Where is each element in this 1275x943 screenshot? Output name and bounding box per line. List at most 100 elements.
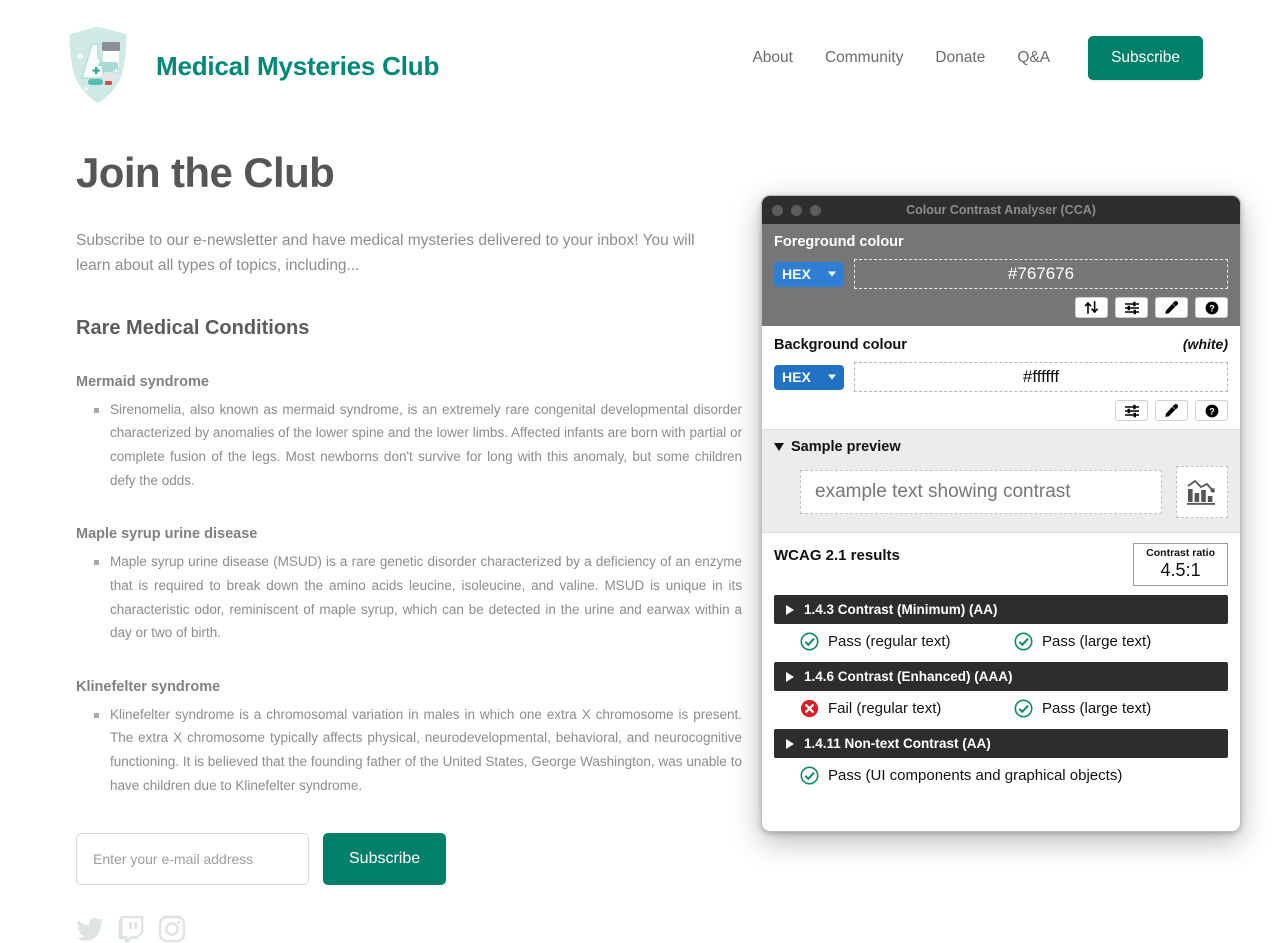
brand-name: Medical Mysteries Club xyxy=(156,50,440,81)
background-panel: Background colour (white) HEX #ffffff ? xyxy=(762,326,1240,429)
background-format-select[interactable]: HEX xyxy=(774,364,844,390)
background-label: Background colour xyxy=(774,337,907,353)
main-nav: About Community Donate Q&A Subscribe xyxy=(736,36,1203,80)
intro-paragraph: Subscribe to our e-newsletter and have m… xyxy=(76,232,695,274)
swap-colours-icon[interactable] xyxy=(1075,297,1108,318)
criterion-1-4-6-header[interactable]: 1.4.6 Contrast (Enhanced) (AAA) xyxy=(774,662,1228,692)
window-controls[interactable] xyxy=(772,205,821,216)
nav-link-qa[interactable]: Q&A xyxy=(1001,49,1066,67)
triangle-right-icon xyxy=(786,738,794,749)
sliders-icon[interactable] xyxy=(1115,400,1148,421)
triangle-down-icon xyxy=(774,443,784,451)
criterion-label: 1.4.6 Contrast (Enhanced) (AAA) xyxy=(804,669,1013,685)
section-title: Rare Medical Conditions xyxy=(76,316,310,339)
foreground-label: Foreground colour xyxy=(774,234,904,250)
nav-link-about[interactable]: About xyxy=(736,49,809,67)
foreground-format-select[interactable]: HEX xyxy=(774,261,844,287)
social-links xyxy=(76,915,726,943)
minimize-button[interactable] xyxy=(791,205,802,216)
result-text: Pass (large text) xyxy=(1042,700,1152,718)
help-icon[interactable]: ? xyxy=(1195,400,1228,421)
result-text: Fail (regular text) xyxy=(828,700,942,718)
results-title: WCAG 2.1 results xyxy=(774,547,900,564)
nav-link-community[interactable]: Community xyxy=(809,49,919,67)
wcag-results-panel: WCAG 2.1 results Contrast ratio 4.5:1 1.… xyxy=(762,532,1240,800)
foreground-color-row: HEX #767676 xyxy=(774,259,1228,289)
topic-heading-klinefelter-syndrome: Klinefelter syndrome xyxy=(76,678,221,695)
background-color-input[interactable]: #ffffff xyxy=(854,362,1228,392)
chevron-down-icon xyxy=(828,271,836,277)
sample-preview-graphic xyxy=(1176,466,1228,518)
chevron-down-icon xyxy=(828,374,836,380)
background-toolbar: ? xyxy=(774,400,1228,421)
list-item: Sirenomelia, also known as mermaid syndr… xyxy=(94,398,742,493)
main-content: Join the Club Subscribe to our e-newslet… xyxy=(76,149,742,943)
contrast-ratio-value: 4.5:1 xyxy=(1160,559,1201,580)
list-item: Maple syrup urine disease (MSUD) is a ra… xyxy=(94,550,742,645)
background-format-value: HEX xyxy=(782,369,811,385)
criterion-label: 1.4.11 Non-text Contrast (AA) xyxy=(804,736,991,752)
cca-titlebar[interactable]: Colour Contrast Analyser (CCA) xyxy=(762,196,1240,224)
sample-preview-row: example text showing contrast xyxy=(774,466,1228,518)
topic-heading-mermaid-syndrome: Mermaid syndrome xyxy=(76,373,209,390)
background-color-row: HEX #ffffff xyxy=(774,362,1228,392)
topic-list: Sirenomelia, also known as mermaid syndr… xyxy=(76,398,742,493)
criterion-1-4-3-header[interactable]: 1.4.3 Contrast (Minimum) (AA) xyxy=(774,595,1228,625)
criterion-1-4-11-results: Pass (UI components and graphical object… xyxy=(774,758,1228,787)
twitter-icon[interactable] xyxy=(76,915,104,943)
subscribe-form: Subscribe xyxy=(76,833,726,886)
result-text: Pass (UI components and graphical object… xyxy=(828,767,1123,785)
twitch-icon[interactable] xyxy=(117,915,145,943)
topic-list: Klinefelter syndrome is a chromosomal va… xyxy=(76,703,742,798)
close-button[interactable] xyxy=(772,205,783,216)
maximize-button[interactable] xyxy=(810,205,821,216)
help-icon[interactable]: ? xyxy=(1195,297,1228,318)
sliders-icon[interactable] xyxy=(1115,297,1148,318)
eyedropper-icon[interactable] xyxy=(1155,297,1188,318)
site-header: Medical Mysteries Club About Community D… xyxy=(0,0,1275,124)
subscribe-button[interactable]: Subscribe xyxy=(323,833,447,886)
foreground-format-value: HEX xyxy=(782,266,811,282)
sample-preview-panel: Sample preview example text showing cont… xyxy=(762,429,1240,532)
pass-check-icon xyxy=(800,632,819,651)
bar-line-chart-icon xyxy=(1187,479,1215,505)
pass-check-icon xyxy=(1014,699,1033,718)
result-item: Pass (large text) xyxy=(1014,632,1228,651)
triangle-right-icon xyxy=(786,671,794,682)
list-item: Klinefelter syndrome is a chromosomal va… xyxy=(94,703,742,798)
sample-preview-text: example text showing contrast xyxy=(800,470,1162,514)
contrast-ratio-label: Contrast ratio xyxy=(1146,547,1215,559)
triangle-right-icon xyxy=(786,604,794,615)
pass-check-icon xyxy=(1014,632,1033,651)
window-title: Colour Contrast Analyser (CCA) xyxy=(906,203,1096,217)
foreground-toolbar: ? xyxy=(774,297,1228,318)
eyedropper-icon[interactable] xyxy=(1155,400,1188,421)
nav-link-donate[interactable]: Donate xyxy=(919,49,1001,67)
criterion-1-4-3-results: Pass (regular text) Pass (large text) xyxy=(774,624,1228,653)
brand[interactable]: Medical Mysteries Club xyxy=(62,22,439,110)
criterion-1-4-6-results: Fail (regular text) Pass (large text) xyxy=(774,691,1228,720)
result-item: Fail (regular text) xyxy=(800,699,1014,718)
page-title: Join the Club xyxy=(76,149,335,196)
sample-preview-disclosure[interactable]: Sample preview xyxy=(774,439,1228,455)
colour-contrast-analyser-window[interactable]: Colour Contrast Analyser (CCA) Foregroun… xyxy=(761,195,1241,832)
fail-cross-icon xyxy=(800,700,819,718)
foreground-header: Foreground colour xyxy=(774,234,1228,250)
instagram-icon[interactable] xyxy=(158,915,186,943)
result-item: Pass (UI components and graphical object… xyxy=(800,766,1122,785)
medical-shield-logo-icon xyxy=(66,23,130,107)
svg-text:?: ? xyxy=(1209,303,1215,313)
result-text: Pass (regular text) xyxy=(828,633,951,651)
results-header: WCAG 2.1 results Contrast ratio 4.5:1 xyxy=(774,543,1228,587)
criterion-1-4-11-header[interactable]: 1.4.11 Non-text Contrast (AA) xyxy=(774,729,1228,759)
contrast-ratio-box: Contrast ratio 4.5:1 xyxy=(1133,543,1228,587)
topic-list: Maple syrup urine disease (MSUD) is a ra… xyxy=(76,550,742,645)
criterion-label: 1.4.3 Contrast (Minimum) (AA) xyxy=(804,602,998,618)
background-colour-name: (white) xyxy=(1182,336,1228,352)
svg-text:?: ? xyxy=(1209,406,1215,416)
topic-heading-maple-syrup-urine-disease: Maple syrup urine disease xyxy=(76,526,258,543)
foreground-color-input[interactable]: #767676 xyxy=(854,259,1228,289)
pass-check-icon xyxy=(800,766,819,785)
email-input[interactable] xyxy=(76,833,309,886)
header-subscribe-button[interactable]: Subscribe xyxy=(1088,36,1203,80)
